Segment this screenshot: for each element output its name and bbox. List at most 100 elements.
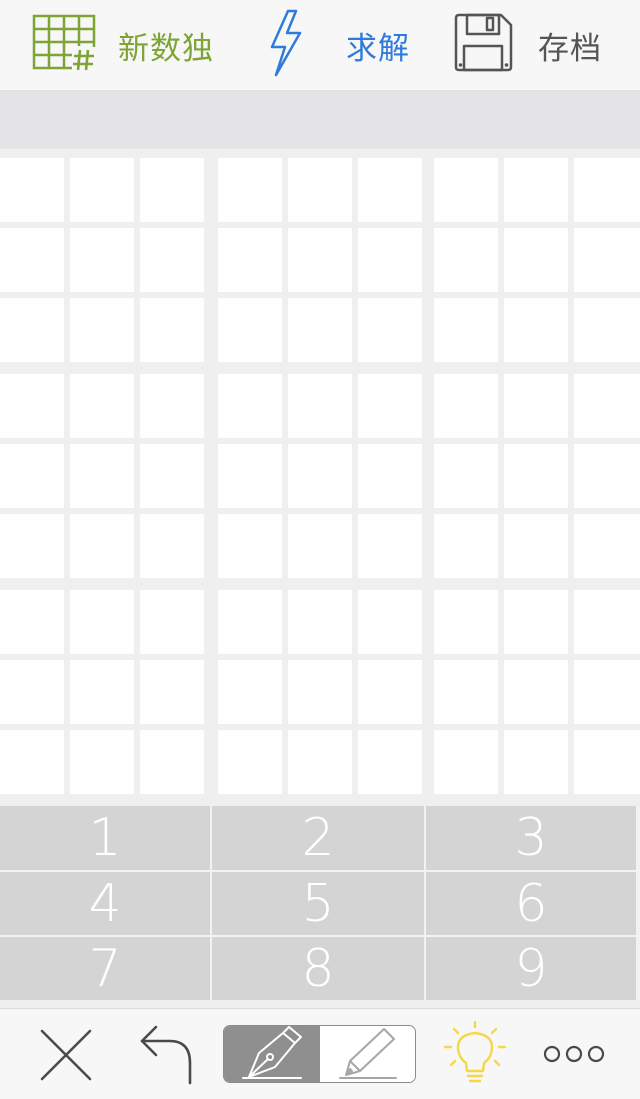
board-cell[interactable] (218, 444, 282, 508)
board-cell[interactable] (504, 444, 568, 508)
board-cell[interactable] (574, 158, 640, 222)
board-cell[interactable] (0, 228, 64, 292)
board-cell[interactable] (504, 660, 568, 724)
board-cell[interactable] (70, 374, 134, 438)
board-cell[interactable] (70, 298, 134, 362)
board-cell[interactable] (574, 374, 640, 438)
board-cell[interactable] (434, 590, 498, 654)
clear-button[interactable] (38, 1025, 94, 1089)
board-cell[interactable] (218, 158, 282, 222)
board-cell[interactable] (140, 660, 204, 724)
board-cell[interactable] (140, 374, 204, 438)
board-cell[interactable] (288, 298, 352, 362)
board-cell[interactable] (434, 158, 498, 222)
board-cell[interactable] (288, 514, 352, 578)
board-cell[interactable] (358, 660, 422, 724)
board-cell[interactable] (434, 660, 498, 724)
board-cell[interactable] (288, 228, 352, 292)
board-cell[interactable] (574, 298, 640, 362)
new-sudoku-button[interactable]: 新数独 (32, 12, 214, 78)
board-cell[interactable] (140, 730, 204, 794)
save-button[interactable]: 存档 (452, 12, 602, 78)
board-cell[interactable] (434, 514, 498, 578)
pen-mode-button[interactable] (224, 1026, 320, 1082)
number-key[interactable]: 9 (426, 937, 636, 1000)
number-key[interactable]: 3 (426, 806, 636, 870)
board-cell[interactable] (0, 298, 64, 362)
board-cell[interactable] (70, 514, 134, 578)
board-cell[interactable] (140, 514, 204, 578)
pencil-mode-button[interactable] (319, 1026, 415, 1082)
board-cell[interactable] (504, 158, 568, 222)
number-key[interactable]: 1 (0, 806, 210, 870)
board-cell[interactable] (434, 228, 498, 292)
board-cell[interactable] (0, 444, 64, 508)
board-cell[interactable] (218, 590, 282, 654)
board-cell[interactable] (140, 590, 204, 654)
board-cell[interactable] (288, 158, 352, 222)
board-cell[interactable] (358, 514, 422, 578)
board-cell[interactable] (0, 158, 64, 222)
board-cell[interactable] (504, 374, 568, 438)
board-cell[interactable] (288, 374, 352, 438)
board-cell[interactable] (0, 514, 64, 578)
board-cell[interactable] (574, 590, 640, 654)
board-cell[interactable] (574, 730, 640, 794)
board-cell[interactable] (434, 444, 498, 508)
number-key[interactable]: 7 (0, 937, 210, 1000)
board-cell[interactable] (218, 730, 282, 794)
board-cell[interactable] (288, 590, 352, 654)
board-cell[interactable] (140, 444, 204, 508)
board-cell[interactable] (574, 660, 640, 724)
board-cell[interactable] (218, 514, 282, 578)
board-cell[interactable] (0, 374, 64, 438)
board-cell[interactable] (70, 590, 134, 654)
board-cell[interactable] (358, 444, 422, 508)
board-cell[interactable] (70, 228, 134, 292)
board-cell[interactable] (504, 590, 568, 654)
board-cell[interactable] (0, 660, 64, 724)
board-cell[interactable] (140, 298, 204, 362)
board-cell[interactable] (358, 374, 422, 438)
board-cell[interactable] (358, 730, 422, 794)
board-cell[interactable] (288, 660, 352, 724)
solve-button[interactable]: 求解 (268, 9, 410, 78)
number-key[interactable]: 5 (212, 872, 424, 935)
board-cell[interactable] (288, 444, 352, 508)
board-cell[interactable] (0, 730, 64, 794)
board-cell[interactable] (434, 730, 498, 794)
input-mode-segmented-control (223, 1025, 416, 1083)
board-cell[interactable] (434, 374, 498, 438)
board-cell[interactable] (574, 228, 640, 292)
number-key[interactable]: 8 (212, 937, 424, 1000)
more-button[interactable] (542, 1039, 606, 1073)
board-cell[interactable] (218, 228, 282, 292)
board-cell[interactable] (70, 444, 134, 508)
hint-button[interactable] (442, 1020, 508, 1091)
number-key[interactable]: 4 (0, 872, 210, 935)
board-cell[interactable] (70, 660, 134, 724)
board-cell[interactable] (70, 158, 134, 222)
undo-button[interactable] (136, 1021, 196, 1091)
board-cell[interactable] (358, 158, 422, 222)
board-cell[interactable] (140, 158, 204, 222)
board-cell[interactable] (434, 298, 498, 362)
board-cell[interactable] (218, 298, 282, 362)
board-cell[interactable] (140, 228, 204, 292)
board-cell[interactable] (358, 228, 422, 292)
number-key[interactable]: 6 (426, 872, 636, 935)
board-cell[interactable] (218, 374, 282, 438)
board-cell[interactable] (358, 298, 422, 362)
board-cell[interactable] (574, 444, 640, 508)
board-cell[interactable] (504, 514, 568, 578)
board-cell[interactable] (574, 514, 640, 578)
board-cell[interactable] (504, 228, 568, 292)
board-cell[interactable] (288, 730, 352, 794)
board-cell[interactable] (504, 730, 568, 794)
board-cell[interactable] (218, 660, 282, 724)
board-cell[interactable] (358, 590, 422, 654)
board-cell[interactable] (70, 730, 134, 794)
number-key[interactable]: 2 (212, 806, 424, 870)
board-cell[interactable] (0, 590, 64, 654)
board-cell[interactable] (504, 298, 568, 362)
